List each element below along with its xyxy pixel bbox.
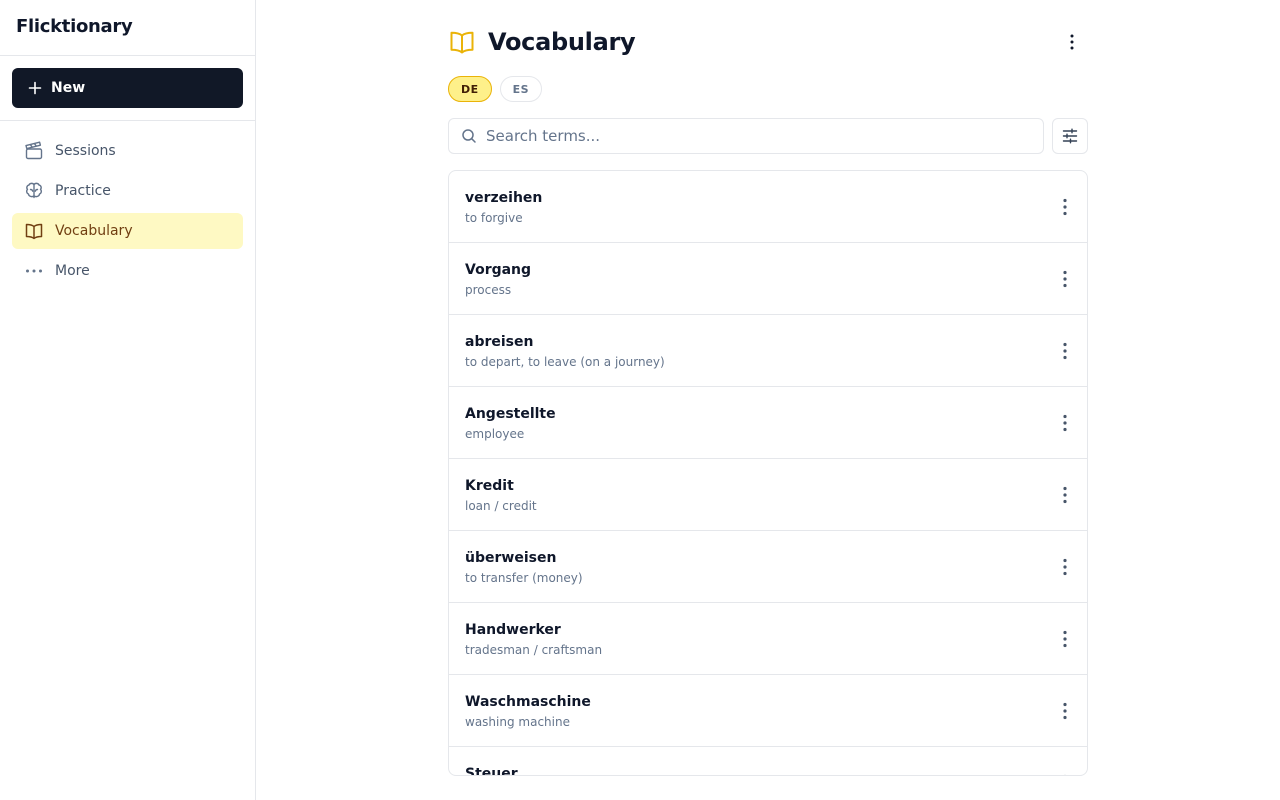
term-text: Angestellte: [465, 406, 556, 422]
page-menu-button[interactable]: [1060, 30, 1084, 54]
translation-text: process: [465, 283, 512, 297]
sidebar-divider: [0, 55, 255, 56]
row-menu-button[interactable]: [1055, 339, 1075, 363]
sidebar-item-vocabulary[interactable]: Vocabulary: [12, 213, 243, 249]
term-text: Handwerker: [465, 622, 561, 638]
row-menu-button[interactable]: [1055, 483, 1075, 507]
vocabulary-list: verzeihen to forgive Vorgang process abr…: [448, 170, 1088, 776]
translation-text: washing machine: [465, 715, 570, 729]
row-menu-button[interactable]: [1055, 411, 1075, 435]
sidebar-nav: Sessions Practice Vocabulary More: [12, 133, 243, 293]
list-item[interactable]: abreisen to depart, to leave (on a journ…: [449, 315, 1087, 387]
list-item[interactable]: Vorgang process: [449, 243, 1087, 315]
more-vertical-icon: [1063, 414, 1067, 432]
sidebar-item-practice[interactable]: Practice: [12, 173, 243, 209]
page-header: Vocabulary: [448, 26, 1088, 58]
language-filter: DE ES: [448, 76, 543, 102]
filter-button[interactable]: [1052, 118, 1088, 154]
more-vertical-icon: [1063, 270, 1067, 288]
translation-text: to depart, to leave (on a journey): [465, 355, 665, 369]
row-menu-button[interactable]: [1055, 771, 1075, 775]
translation-text: employee: [465, 427, 525, 441]
new-button-label: New: [51, 80, 86, 96]
more-vertical-icon: [1063, 702, 1067, 720]
sidebar-item-label: Practice: [55, 183, 111, 199]
term-text: Kredit: [465, 478, 514, 494]
list-item[interactable]: Steuer: [449, 747, 1087, 776]
list-item[interactable]: Angestellte employee: [449, 387, 1087, 459]
term-text: abreisen: [465, 334, 534, 350]
list-item[interactable]: Waschmaschine washing machine: [449, 675, 1087, 747]
page-title: Vocabulary: [488, 28, 636, 56]
language-pill-es[interactable]: ES: [499, 76, 543, 102]
row-menu-button[interactable]: [1055, 627, 1075, 651]
translation-text: to transfer (money): [465, 571, 583, 585]
more-vertical-icon: [1063, 342, 1067, 360]
list-item[interactable]: Handwerker tradesman / craftsman: [449, 603, 1087, 675]
plus-icon: [28, 81, 42, 95]
app-title: Flicktionary: [16, 16, 133, 37]
brain-icon: [26, 182, 42, 199]
row-menu-button[interactable]: [1055, 195, 1075, 219]
more-vertical-icon: [1070, 34, 1074, 50]
language-pill-de[interactable]: DE: [448, 76, 492, 102]
term-text: verzeihen: [465, 190, 543, 206]
new-button[interactable]: New: [12, 68, 243, 108]
term-text: Waschmaschine: [465, 694, 591, 710]
search-icon: [462, 129, 476, 143]
translation-text: tradesman / craftsman: [465, 643, 603, 657]
sidebar-item-label: Sessions: [55, 143, 116, 159]
sidebar-item-sessions[interactable]: Sessions: [12, 133, 243, 169]
sidebar-item-label: Vocabulary: [55, 223, 133, 239]
more-vertical-icon: [1063, 630, 1067, 648]
list-item[interactable]: verzeihen to forgive: [449, 171, 1087, 243]
more-vertical-icon: [1063, 486, 1067, 504]
search-input[interactable]: [486, 127, 1026, 145]
more-vertical-icon: [1063, 198, 1067, 216]
row-menu-button[interactable]: [1055, 267, 1075, 291]
term-text: Steuer: [465, 766, 518, 776]
translation-text: loan / credit: [465, 499, 537, 513]
term-text: Vorgang: [465, 262, 532, 278]
search-bar: [448, 118, 1044, 154]
sidebar-divider: [0, 120, 255, 121]
term-text: überweisen: [465, 550, 557, 566]
sliders-icon: [1062, 128, 1078, 144]
row-menu-button[interactable]: [1055, 555, 1075, 579]
book-open-icon: [450, 31, 474, 54]
translation-text: to forgive: [465, 211, 523, 225]
sidebar-item-more[interactable]: More: [12, 253, 243, 289]
row-menu-button[interactable]: [1055, 699, 1075, 723]
sidebar: Flicktionary New Sessions Practice Vocab…: [0, 0, 256, 800]
list-item[interactable]: überweisen to transfer (money): [449, 531, 1087, 603]
more-horizontal-icon: [26, 269, 42, 273]
sidebar-item-label: More: [55, 263, 90, 279]
more-vertical-icon: [1063, 558, 1067, 576]
book-open-icon: [25, 223, 43, 240]
clapperboard-icon: [25, 141, 43, 160]
list-item[interactable]: Kredit loan / credit: [449, 459, 1087, 531]
more-vertical-icon: [1064, 774, 1066, 775]
